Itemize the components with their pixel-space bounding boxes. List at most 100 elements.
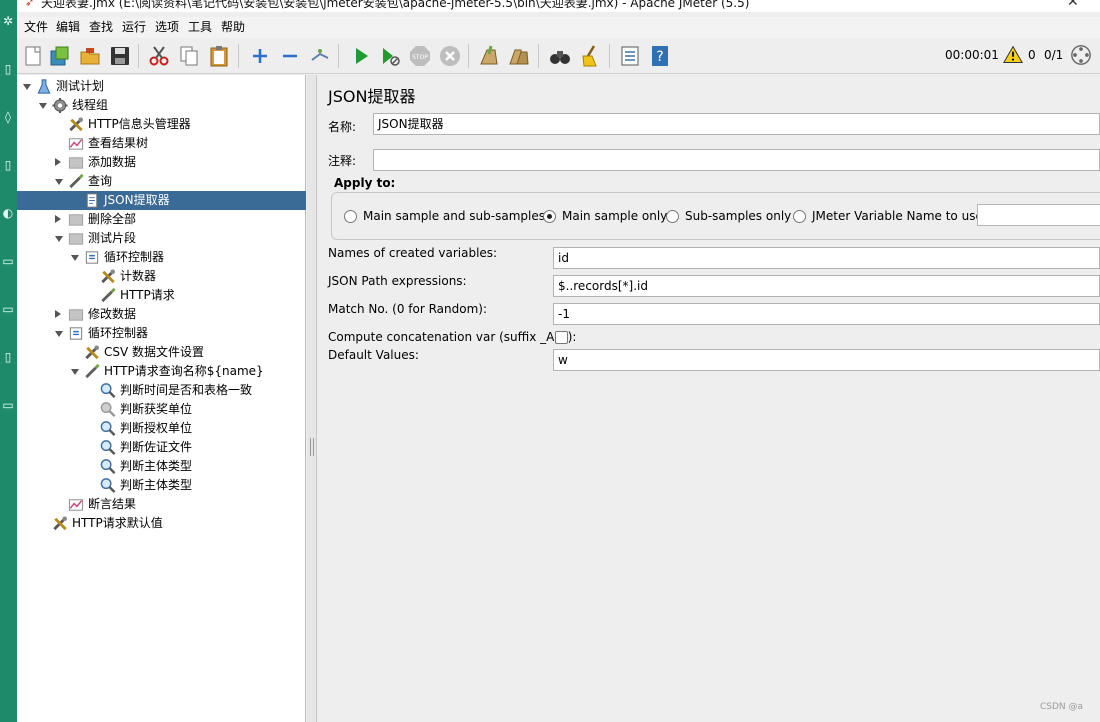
- splitter-grip[interactable]: [310, 438, 314, 456]
- menu-run[interactable]: 运行: [122, 19, 146, 35]
- tree-node[interactable]: 添加数据: [17, 153, 306, 172]
- collapse-minus-icon[interactable]: [278, 44, 302, 68]
- clear-all-icon[interactable]: [507, 44, 531, 68]
- tree-node[interactable]: CSV 数据文件设置: [17, 343, 306, 362]
- created-variables-input[interactable]: id: [553, 247, 1100, 269]
- clear-icon[interactable]: [477, 44, 501, 68]
- expanded-toggle-icon[interactable]: [23, 84, 31, 90]
- open-folder-icon[interactable]: [78, 44, 102, 68]
- tree-node[interactable]: JSON提取器: [17, 191, 306, 210]
- loop-controller-icon: [85, 251, 99, 264]
- tree-node[interactable]: 测试片段: [17, 229, 306, 248]
- expand-plus-icon[interactable]: [248, 44, 272, 68]
- tree-node[interactable]: 测试计划: [17, 77, 306, 96]
- collapsed-toggle-icon[interactable]: [55, 215, 61, 223]
- tree-node-label: 判断主体类型: [120, 459, 193, 473]
- tree-node[interactable]: HTTP请求默认值: [17, 514, 306, 533]
- tree-node[interactable]: 判断获奖单位: [17, 400, 306, 419]
- app-icon: ▭: [2, 302, 14, 316]
- config-tools-icon: [53, 516, 67, 531]
- tree-node-label: 循环控制器: [104, 250, 165, 264]
- title-bar: ➶ 天迎表妻.jmx (E:\阅读资料\笔记代码\安装包\安装包\jmeter安…: [17, 0, 1100, 12]
- tree-node[interactable]: 判断授权单位: [17, 419, 306, 438]
- menu-file[interactable]: 文件: [24, 19, 48, 35]
- tree-node[interactable]: 判断佐证文件: [17, 438, 306, 457]
- cut-icon[interactable]: [147, 44, 171, 68]
- collapsed-toggle-icon[interactable]: [55, 310, 61, 318]
- search-binoculars-icon[interactable]: [548, 44, 572, 68]
- toolbar-separator: [468, 44, 469, 68]
- app-icon: ◊: [5, 110, 11, 124]
- stop-icon[interactable]: STOP: [408, 44, 432, 68]
- start-icon[interactable]: [349, 44, 373, 68]
- default-values-label: Default Values:: [328, 348, 419, 362]
- templates-icon[interactable]: [48, 44, 72, 68]
- start-no-pauses-icon[interactable]: [378, 44, 402, 68]
- close-icon[interactable]: ✕: [1067, 0, 1079, 10]
- comment-input[interactable]: [373, 149, 1100, 171]
- tree-node-label: 判断授权单位: [120, 421, 193, 435]
- toggle-icon[interactable]: [308, 44, 332, 68]
- radio-main-only-label: Main sample only: [562, 209, 668, 223]
- tree-node[interactable]: 线程组: [17, 96, 306, 115]
- tree-node[interactable]: 删除全部: [17, 210, 306, 229]
- tree-node[interactable]: HTTP请求查询名称${name}: [17, 362, 306, 381]
- warning-icon[interactable]: [1003, 45, 1023, 65]
- match-no-input[interactable]: -1: [553, 303, 1100, 325]
- expanded-toggle-icon[interactable]: [55, 179, 63, 185]
- name-input[interactable]: JSON提取器: [373, 113, 1100, 135]
- reset-search-broom-icon[interactable]: [578, 44, 602, 68]
- desktop-side-strip: ✲ ▯ ◊ ▯ ◐ ▭ ▭ ▯ ▭: [0, 0, 17, 722]
- json-path-input[interactable]: $..records[*].id: [553, 275, 1100, 297]
- tree-node[interactable]: 循环控制器: [17, 324, 306, 343]
- jmeter-variable-name-input[interactable]: [977, 204, 1100, 226]
- tree-node[interactable]: HTTP请求: [17, 286, 306, 305]
- help-icon[interactable]: ?: [648, 44, 672, 68]
- collapsed-toggle-icon[interactable]: [55, 158, 61, 166]
- tree-node[interactable]: 查询: [17, 172, 306, 191]
- tree-node[interactable]: HTTP信息头管理器: [17, 115, 306, 134]
- expanded-toggle-icon[interactable]: [71, 255, 79, 261]
- editor-title: JSON提取器: [328, 87, 416, 106]
- menu-options[interactable]: 选项: [155, 19, 179, 35]
- json-extractor-editor: JSON提取器 名称: JSON提取器 注释: Apply to: Main s…: [318, 75, 1100, 722]
- assertion-magnifier-icon: [100, 383, 116, 398]
- menu-tools[interactable]: 工具: [188, 19, 212, 35]
- function-helper-list-icon[interactable]: [618, 44, 642, 68]
- toolbar-separator: [538, 44, 539, 68]
- tree-node[interactable]: 查看结果树: [17, 134, 306, 153]
- shutdown-icon[interactable]: [438, 44, 462, 68]
- expanded-toggle-icon[interactable]: [55, 236, 63, 242]
- paste-icon[interactable]: [207, 44, 231, 68]
- test-plan-tree: 测试计划 线程组 HTTP信息头管理器查看结果树添加数据查询 JSON提取器 删除全部测…: [17, 75, 306, 722]
- new-document-icon[interactable]: [21, 44, 45, 68]
- apply-to-label: Apply to:: [334, 176, 396, 190]
- tree-node[interactable]: 判断主体类型: [17, 457, 306, 476]
- copy-icon[interactable]: [177, 44, 201, 68]
- tree-node[interactable]: 循环控制器: [17, 248, 306, 267]
- toolbar: STOP ? 00:00:01 0 0/1: [17, 38, 1100, 74]
- tree-node[interactable]: 修改数据: [17, 305, 306, 324]
- radio-sub-only[interactable]: [666, 210, 679, 223]
- expanded-toggle-icon[interactable]: [55, 331, 63, 337]
- expanded-toggle-icon[interactable]: [71, 369, 79, 375]
- save-icon[interactable]: [108, 44, 132, 68]
- concat-checkbox[interactable]: [555, 331, 568, 344]
- tree-node[interactable]: 断言结果: [17, 495, 306, 514]
- tree-node[interactable]: 判断时间是否和表格一致: [17, 381, 306, 400]
- tree-node[interactable]: 计数器: [17, 267, 306, 286]
- menu-search[interactable]: 查找: [89, 19, 113, 35]
- tree-node-label: 添加数据: [88, 155, 137, 169]
- tree-node-label: 查看结果树: [88, 136, 149, 150]
- radio-main-only[interactable]: [543, 210, 556, 223]
- tree-node[interactable]: 判断主体类型: [17, 476, 306, 495]
- assertion-magnifier-icon: [100, 421, 116, 436]
- default-values-input[interactable]: w: [553, 349, 1100, 371]
- app-icon: ▯: [4, 158, 12, 172]
- expanded-toggle-icon[interactable]: [39, 103, 47, 109]
- panel-splitter[interactable]: [307, 75, 317, 722]
- menu-edit[interactable]: 编辑: [56, 19, 80, 35]
- radio-main-and-sub[interactable]: [344, 210, 357, 223]
- radio-jmeter-variable[interactable]: [793, 210, 806, 223]
- menu-help[interactable]: 帮助: [221, 19, 245, 35]
